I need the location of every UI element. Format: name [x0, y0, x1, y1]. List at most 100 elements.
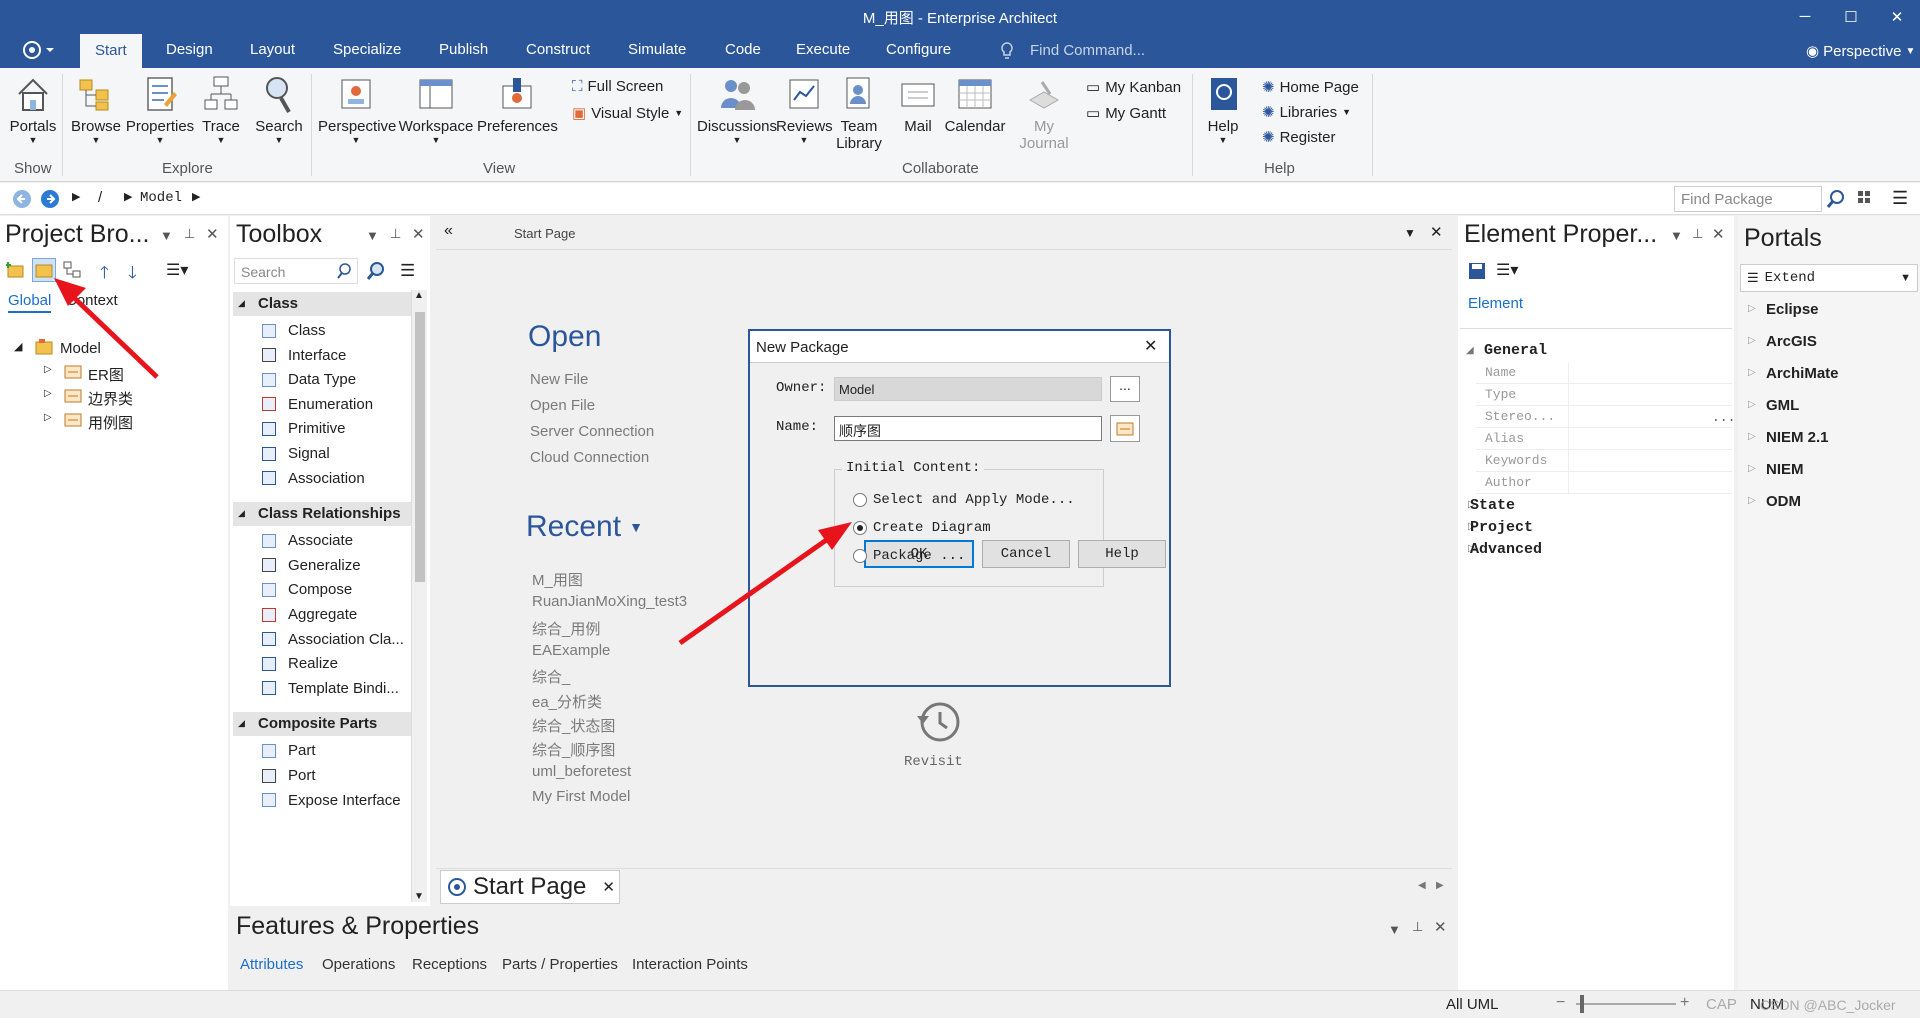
home-page-button[interactable]: ✺ Home Page	[1262, 78, 1359, 97]
property-group[interactable]: State	[1470, 497, 1515, 514]
portal-item[interactable]: ODM	[1766, 493, 1801, 510]
toolbox-item[interactable]: Association	[262, 470, 365, 487]
tab-global[interactable]: Global	[8, 292, 52, 313]
reviews-button[interactable]: Reviews ▼	[776, 74, 833, 145]
help-button[interactable]: Help ▼	[1200, 74, 1246, 145]
expanded-triangle-icon[interactable]: ◢	[1466, 345, 1474, 356]
list-menu-icon[interactable]: ☰▾	[1496, 260, 1518, 280]
help-button[interactable]: Help	[1078, 540, 1166, 568]
property-field-row[interactable]	[1476, 362, 1732, 384]
recent-item[interactable]: 综合_用例	[532, 618, 600, 639]
tab-specialize[interactable]: Specialize	[333, 41, 401, 58]
collapse-icon[interactable]: «	[444, 222, 453, 240]
toolbox-item[interactable]: Realize	[262, 655, 338, 672]
tab-receptions[interactable]: Receptions	[412, 956, 487, 973]
toolbox-section-header[interactable]: Composite Parts	[233, 712, 411, 737]
collapsed-triangle-icon[interactable]: ▷	[44, 364, 52, 375]
property-field-row[interactable]	[1476, 428, 1732, 450]
tab-parts-properties[interactable]: Parts / Properties	[502, 956, 618, 973]
tree-node-usecase[interactable]: 用例图	[88, 412, 133, 433]
discussions-button[interactable]: Discussions ▼	[696, 74, 778, 145]
toolbox-section-header[interactable]: Class	[233, 292, 411, 316]
preferences-button[interactable]: Preferences	[477, 74, 558, 135]
tab-construct[interactable]: Construct	[526, 41, 590, 58]
zoom-out-icon[interactable]: −	[1556, 994, 1565, 1012]
find-package-input[interactable]: Find Package	[1674, 186, 1822, 212]
recent-item[interactable]: EAExample	[532, 642, 610, 659]
list-menu-icon[interactable]: ☰▾	[166, 260, 188, 280]
grid-icon[interactable]	[1856, 189, 1876, 209]
tab-simulate[interactable]: Simulate	[628, 41, 686, 58]
recent-item[interactable]: 综合_顺序图	[532, 739, 615, 760]
panel-menu-icon[interactable]: ▼	[366, 228, 379, 243]
radio-button-icon[interactable]	[853, 493, 867, 507]
property-field-row[interactable]	[1476, 450, 1732, 472]
toolbox-section-header[interactable]: Class Relationships	[233, 502, 411, 527]
portal-item[interactable]: ArchiMate	[1766, 365, 1839, 382]
toolbox-item[interactable]: Template Bindi...	[262, 680, 399, 697]
tab-context[interactable]: Context	[66, 292, 118, 309]
recent-item[interactable]: My First Model	[532, 788, 630, 805]
tab-layout[interactable]: Layout	[250, 41, 295, 58]
link-new-file[interactable]: New File	[530, 371, 588, 388]
tab-start[interactable]: Start	[80, 34, 142, 68]
properties-button[interactable]: Properties ▼	[124, 74, 196, 145]
panel-menu-icon[interactable]: ▼	[160, 228, 173, 243]
portal-item[interactable]: ArcGIS	[1766, 333, 1817, 350]
tab-attributes[interactable]: Attributes	[240, 956, 303, 973]
tree-node-model[interactable]: Model	[60, 340, 101, 357]
cancel-button[interactable]: Cancel	[982, 540, 1070, 568]
perspective-menu[interactable]: ◉ Perspective ▼	[1806, 42, 1915, 61]
browse-button[interactable]: Browse ▼	[70, 74, 122, 145]
find-icon[interactable]	[366, 261, 386, 281]
toolbox-item[interactable]: Primitive	[262, 420, 346, 437]
dialog-close-icon[interactable]: ✕	[1144, 336, 1157, 356]
panel-menu-icon[interactable]: ▼	[1388, 922, 1401, 937]
scroll-left-icon[interactable]: ◀	[1418, 880, 1426, 891]
radio-option[interactable]: Create Diagram	[853, 520, 991, 536]
menu-icon[interactable]: ☰	[1892, 188, 1908, 209]
link-server-connection[interactable]: Server Connection	[530, 423, 654, 440]
diagram-icon[interactable]	[62, 260, 82, 280]
toolbox-item[interactable]: Association Cla...	[262, 631, 404, 648]
zoom-slider[interactable]	[1576, 995, 1676, 1013]
forward-icon[interactable]	[40, 189, 60, 209]
recent-item[interactable]: M_用图	[532, 569, 583, 590]
search-icon[interactable]	[336, 263, 352, 279]
radio-button-icon[interactable]	[853, 521, 867, 535]
tab-start-page[interactable]: Start Page ✕	[440, 870, 620, 904]
pin-icon[interactable]: ⊥	[1412, 919, 1423, 935]
libraries-button[interactable]: ✺ Libraries ▼	[1262, 103, 1351, 122]
zoom-in-icon[interactable]: +	[1680, 994, 1689, 1012]
portal-item[interactable]: GML	[1766, 397, 1799, 414]
property-group[interactable]: Project	[1470, 519, 1533, 536]
expand-triangle-icon[interactable]: ◢	[14, 340, 22, 353]
visual-style-button[interactable]: ▣ Visual Style ▼	[572, 104, 683, 123]
dropdown-icon[interactable]: ▼	[1404, 226, 1416, 240]
toolbox-item[interactable]: Expose Interface	[262, 792, 401, 809]
tab-publish[interactable]: Publish	[439, 41, 488, 58]
add-folder-button[interactable]	[32, 258, 56, 282]
recent-item[interactable]: RuanJianMoXing_test3	[532, 593, 687, 610]
property-field-row[interactable]	[1476, 406, 1732, 428]
link-open-file[interactable]: Open File	[530, 397, 595, 414]
tab-interaction-points[interactable]: Interaction Points	[632, 956, 748, 973]
full-screen-button[interactable]: ⛶ Full Screen	[572, 78, 663, 95]
toolbox-item[interactable]: Generalize	[262, 557, 361, 574]
revisit-icon[interactable]	[912, 696, 964, 748]
close-panel-icon[interactable]: ✕	[1434, 918, 1447, 936]
toolbox-item[interactable]: Part	[262, 742, 316, 759]
search-button[interactable]: Search ▼	[252, 74, 306, 145]
recent-item[interactable]: 综合_状态图	[532, 715, 615, 736]
close-window-button[interactable]: ✕	[1874, 0, 1920, 33]
menu-icon[interactable]: ☰	[400, 261, 415, 281]
pin-icon[interactable]: ⊥	[1692, 226, 1703, 242]
toolbox-item[interactable]: Interface	[262, 347, 346, 364]
my-kanban-button[interactable]: ▭ My Kanban	[1086, 78, 1181, 97]
recent-item[interactable]: 综合_	[532, 666, 570, 687]
collapsed-triangle-icon[interactable]: ▷	[44, 388, 52, 399]
app-menu-icon[interactable]	[22, 40, 58, 60]
move-up-icon[interactable]: 🡑	[100, 260, 109, 289]
mail-button[interactable]: Mail	[898, 74, 938, 135]
tab-code[interactable]: Code	[725, 41, 761, 58]
